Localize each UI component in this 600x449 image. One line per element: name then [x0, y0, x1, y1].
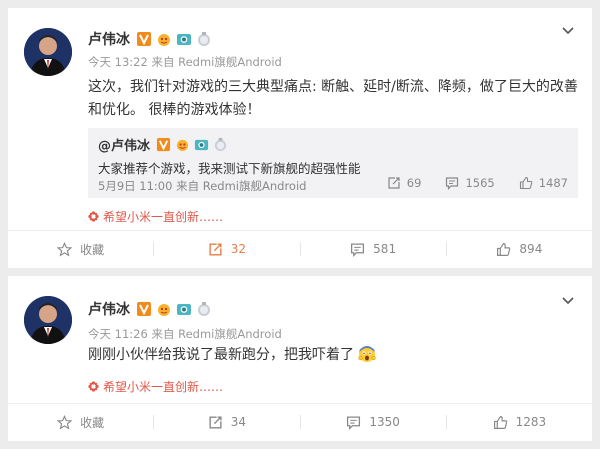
- comment-count: 581: [373, 242, 397, 256]
- repost-icon: [209, 242, 222, 256]
- favorite-label: 收藏: [80, 242, 105, 257]
- thumbs-up-icon: [519, 176, 533, 190]
- quoted-repost-button[interactable]: 69: [387, 176, 422, 190]
- level-badge-icon[interactable]: [196, 301, 212, 317]
- repost-button[interactable]: 32: [154, 230, 299, 268]
- quoted-comment-button[interactable]: 1565: [445, 176, 495, 190]
- post-card: 卢伟冰 今天 11:26 来自 Redmi旗舰Android 刚刚小伙伴给我说了…: [8, 276, 592, 441]
- post-time[interactable]: 今天 13:22: [88, 55, 148, 69]
- quoted-meta: 5月9日 11:00 来自 Redmi旗舰Android: [98, 178, 306, 194]
- repost-count: 32: [230, 242, 247, 256]
- verified-v-icon[interactable]: [136, 31, 152, 47]
- quoted-stats: 69 1565 1487: [363, 176, 568, 190]
- chevron-down-icon[interactable]: [562, 294, 574, 306]
- favorite-label: 收藏: [80, 415, 105, 430]
- thumbs-up-icon: [493, 415, 507, 429]
- comment-count: 1350: [369, 415, 400, 429]
- post-actions: 收藏 34 1350 1283: [8, 403, 592, 441]
- chevron-down-icon[interactable]: [562, 24, 574, 36]
- comment-button[interactable]: 1350: [301, 403, 446, 441]
- flower-icon: [88, 211, 99, 222]
- quoted-author-name[interactable]: @卢伟冰: [98, 135, 150, 154]
- level-badge-icon[interactable]: [196, 31, 212, 47]
- post-meta: 今天 13:22 来自 Redmi旗舰Android: [88, 54, 282, 70]
- post-time[interactable]: 今天 11:26: [88, 327, 148, 341]
- quoted-like-button[interactable]: 1487: [519, 176, 568, 190]
- star-icon: [57, 414, 73, 429]
- quoted-time[interactable]: 5月9日 11:00: [98, 179, 172, 193]
- source-prefix: 来自: [176, 179, 200, 193]
- comment-button[interactable]: 581: [301, 230, 446, 268]
- quoted-post[interactable]: @卢伟冰 大家推荐个游戏，我来测试下新旗舰的超强性能 5月9日 11:00 来自…: [88, 128, 578, 198]
- comment-icon: [351, 243, 365, 257]
- level-badge-icon[interactable]: [213, 137, 228, 152]
- like-button[interactable]: 1283: [447, 403, 592, 441]
- medal-icon[interactable]: [156, 301, 172, 317]
- author-name[interactable]: 卢伟冰: [88, 299, 130, 319]
- comment-icon: [446, 177, 459, 190]
- source-prefix: 来自: [151, 327, 175, 341]
- post-actions: 收藏 32 581 894: [8, 230, 592, 268]
- repost-button[interactable]: 34: [154, 403, 299, 441]
- author-row: 卢伟冰: [88, 300, 216, 318]
- footnote-text: 希望小米一直创新……: [103, 210, 224, 224]
- quoted-author-row: @卢伟冰: [98, 135, 232, 154]
- post-meta: 今天 11:26 来自 Redmi旗舰Android: [88, 326, 282, 342]
- like-count: 1283: [515, 415, 547, 429]
- post-source[interactable]: Redmi旗舰Android: [178, 327, 282, 341]
- footnote-text: 希望小米一直创新……: [103, 380, 224, 394]
- comment-icon: [347, 416, 361, 430]
- quoted-like-count: 1487: [538, 176, 568, 190]
- star-icon: [57, 241, 73, 256]
- scared-face-icon: [358, 345, 377, 371]
- camera-badge-icon[interactable]: [176, 31, 192, 47]
- repost-count: 34: [230, 415, 247, 429]
- post-text: 刚刚小伙伴给我说了最新跑分，把我吓着了: [88, 344, 578, 371]
- post-footnote[interactable]: 希望小米一直创新……: [88, 208, 223, 225]
- quoted-comment-count: 1565: [465, 176, 495, 190]
- post-footnote[interactable]: 希望小米一直创新……: [88, 378, 223, 395]
- verified-v-icon[interactable]: [136, 301, 152, 317]
- camera-badge-icon[interactable]: [194, 137, 209, 152]
- quoted-source[interactable]: Redmi旗舰Android: [203, 179, 307, 193]
- author-name[interactable]: 卢伟冰: [88, 29, 130, 49]
- avatar[interactable]: [24, 296, 72, 344]
- flower-icon: [88, 381, 99, 392]
- quoted-repost-count: 69: [406, 176, 422, 190]
- favorite-button[interactable]: 收藏: [8, 230, 153, 268]
- quoted-text: 大家推荐个游戏，我来测试下新旗舰的超强性能: [98, 161, 361, 176]
- verified-v-icon[interactable]: [156, 137, 171, 152]
- thumbs-up-icon: [497, 242, 511, 256]
- medal-icon[interactable]: [175, 137, 190, 152]
- repost-icon: [388, 177, 400, 189]
- medal-icon[interactable]: [156, 31, 172, 47]
- favorite-button[interactable]: 收藏: [8, 403, 153, 441]
- author-row: 卢伟冰: [88, 30, 216, 48]
- repost-icon: [209, 415, 222, 429]
- source-prefix: 来自: [151, 55, 175, 69]
- camera-badge-icon[interactable]: [176, 301, 192, 317]
- post-card: 卢伟冰 今天 13:22 来自 Redmi旗舰Android 这次，我们针对游戏…: [8, 8, 592, 268]
- post-source[interactable]: Redmi旗舰Android: [178, 55, 282, 69]
- post-text: 这次，我们针对游戏的三大典型痛点: 断触、延时/断流、降频，做了巨大的改善和优化…: [88, 79, 578, 118]
- like-button[interactable]: 894: [447, 230, 592, 268]
- like-count: 894: [519, 242, 543, 256]
- avatar[interactable]: [24, 28, 72, 76]
- post-text-content: 刚刚小伙伴给我说了最新跑分，把我吓着了: [88, 347, 354, 363]
